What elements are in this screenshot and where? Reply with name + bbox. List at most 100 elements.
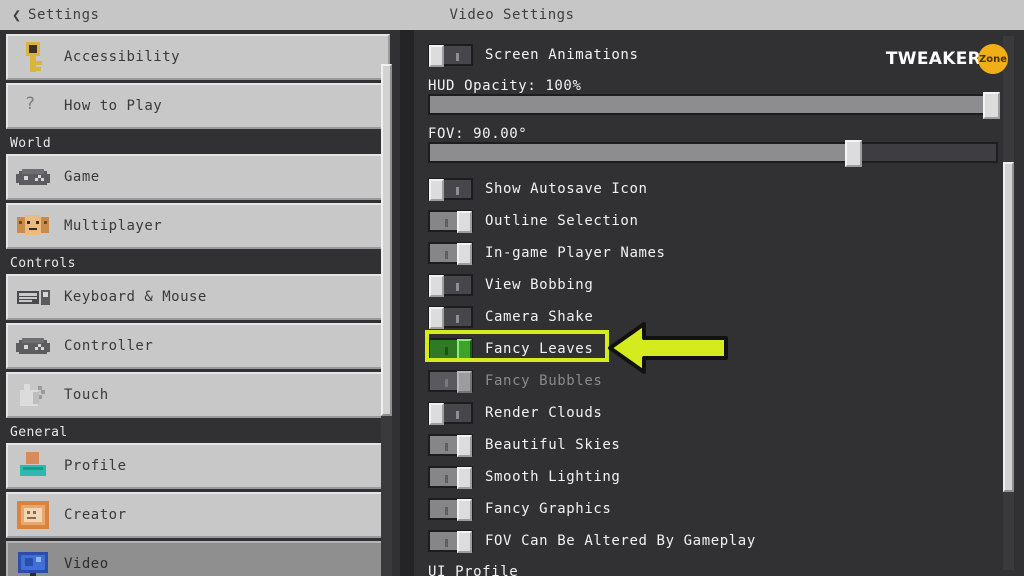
sidebar-item-label: Controller — [64, 338, 154, 354]
option-row-fancy-leaves[interactable]: Fancy Leaves — [428, 338, 594, 361]
toggle-knob — [457, 467, 472, 489]
sidebar-item-keyboard-mouse[interactable]: Keyboard & Mouse — [6, 274, 390, 320]
option-row-camera-shake[interactable]: Camera Shake — [428, 306, 593, 329]
sidebar-item-game[interactable]: Game — [6, 154, 390, 200]
option-label: Render Clouds — [485, 405, 603, 421]
keyboard-mouse-icon — [16, 280, 50, 314]
toggle-knob — [457, 435, 472, 457]
option-row-in-game-player-names[interactable]: In-game Player Names — [428, 242, 666, 265]
sidebar-item-touch[interactable]: Touch — [6, 372, 390, 418]
option-row-view-bobbing[interactable]: View Bobbing — [428, 274, 593, 297]
sidebar-item-video[interactable]: Video — [6, 541, 390, 576]
toggle-switch[interactable] — [428, 242, 473, 265]
sidebar-item-label: Game — [64, 169, 100, 185]
option-label: Fancy Bubbles — [485, 373, 603, 389]
video-settings-screen: ❮ Settings Video Settings Accessibility?… — [0, 0, 1024, 576]
slider-label: HUD Opacity: 100% — [428, 78, 582, 94]
sidebar-item-profile[interactable]: Profile — [6, 443, 390, 489]
toggle-pip — [456, 283, 459, 291]
option-label: Beautiful Skies — [485, 437, 621, 453]
option-label: Screen Animations — [485, 47, 639, 63]
panel-scrollbar-thumb[interactable] — [1003, 162, 1014, 492]
toggle-switch[interactable] — [428, 306, 473, 329]
toggle-pip — [456, 187, 459, 195]
toggle-pip — [445, 475, 448, 483]
sidebar-item-label: Accessibility — [64, 49, 181, 65]
toggle-switch[interactable] — [428, 402, 473, 425]
option-label: FOV Can Be Altered By Gameplay — [485, 533, 756, 549]
option-label: Fancy Graphics — [485, 501, 612, 517]
watermark-badge: Zone — [978, 44, 1008, 74]
option-row-beautiful-skies[interactable]: Beautiful Skies — [428, 434, 621, 457]
sidebar-list: Accessibility ? How to Play World Game Multip… — [6, 34, 400, 576]
toggle-pip — [445, 507, 448, 515]
option-label: Show Autosave Icon — [485, 181, 648, 197]
panel-section-header: UI Profile — [428, 564, 519, 576]
option-row-render-clouds[interactable]: Render Clouds — [428, 402, 603, 425]
sidebar-item-label: Video — [64, 556, 109, 572]
option-row-fancy-bubbles[interactable]: Fancy Bubbles — [428, 370, 603, 393]
option-label: Smooth Lighting — [485, 469, 621, 485]
option-row-show-autosave-icon[interactable]: Show Autosave Icon — [428, 178, 648, 201]
toggle-knob — [457, 531, 472, 553]
option-label: Outline Selection — [485, 213, 639, 229]
creator-icon — [16, 498, 50, 532]
option-row-fov-can-be-altered-by-gameplay[interactable]: FOV Can Be Altered By Gameplay — [428, 530, 756, 553]
sidebar-item-label: How to Play — [64, 98, 163, 114]
toggle-switch[interactable] — [428, 466, 473, 489]
option-label: In-game Player Names — [485, 245, 666, 261]
toggle-switch[interactable] — [428, 274, 473, 297]
slider-handle[interactable] — [845, 140, 862, 167]
toggle-pip — [456, 53, 459, 61]
video-settings-panel: Screen Animations HUD Opacity: 100% FOV: 9… — [414, 30, 1024, 576]
touch-hand-icon — [16, 378, 50, 412]
toggle-knob — [457, 211, 472, 233]
option-row-outline-selection[interactable]: Outline Selection — [428, 210, 639, 233]
toggle-switch[interactable] — [428, 370, 473, 393]
option-row-fancy-graphics[interactable]: Fancy Graphics — [428, 498, 612, 521]
toggle-pip — [456, 315, 459, 323]
toggle-knob — [429, 45, 444, 67]
sidebar-item-label: Multiplayer — [64, 218, 163, 234]
settings-sidebar: Accessibility ? How to Play World Game Multip… — [0, 30, 400, 576]
option-row-smooth-lighting[interactable]: Smooth Lighting — [428, 466, 621, 489]
toggle-switch[interactable] — [428, 498, 473, 521]
toggle-switch[interactable] — [428, 210, 473, 233]
toggle-knob — [457, 499, 472, 521]
monitor-icon — [16, 547, 50, 576]
slider-fov[interactable] — [428, 140, 998, 167]
toggle-switch[interactable] — [428, 530, 473, 553]
sidebar-item-controller[interactable]: Controller — [6, 323, 390, 369]
watermark-badge-label: Zone — [978, 53, 1008, 65]
toggle-knob — [457, 339, 472, 361]
toggle-pip — [445, 219, 448, 227]
toggle-pip — [456, 411, 459, 419]
toggle-switch[interactable] — [428, 178, 473, 201]
toggle-pip — [445, 539, 448, 547]
watermark-text: TWEAKER — [885, 49, 981, 69]
sidebar-item-how-to-play[interactable]: ? How to Play — [6, 83, 390, 129]
toggle-knob — [457, 243, 472, 265]
top-bar: ❮ Settings Video Settings — [0, 0, 1024, 30]
sidebar-item-creator[interactable]: Creator — [6, 492, 390, 538]
toggle-switch[interactable] — [428, 338, 473, 361]
option-label: Fancy Leaves — [485, 341, 594, 357]
slider-fill — [430, 96, 992, 113]
sidebar-item-label: Creator — [64, 507, 127, 523]
toggle-knob — [429, 307, 444, 329]
toggle-switch[interactable] — [428, 44, 473, 67]
option-row-screen-animations[interactable]: Screen Animations — [428, 44, 639, 67]
slider-hud-opacity[interactable] — [428, 92, 1000, 119]
profile-icon — [16, 449, 50, 483]
sidebar-item-accessibility[interactable]: Accessibility — [6, 34, 390, 80]
toggle-knob — [429, 275, 444, 297]
toggle-knob — [429, 179, 444, 201]
sidebar-section-header: World — [10, 136, 52, 151]
toggle-knob — [429, 403, 444, 425]
sidebar-scrollbar-thumb[interactable] — [381, 64, 392, 416]
toggle-switch[interactable] — [428, 434, 473, 457]
sidebar-item-multiplayer[interactable]: Multiplayer — [6, 203, 390, 249]
slider-handle[interactable] — [983, 92, 1000, 119]
toggle-knob — [457, 371, 472, 393]
players-icon — [16, 209, 50, 243]
